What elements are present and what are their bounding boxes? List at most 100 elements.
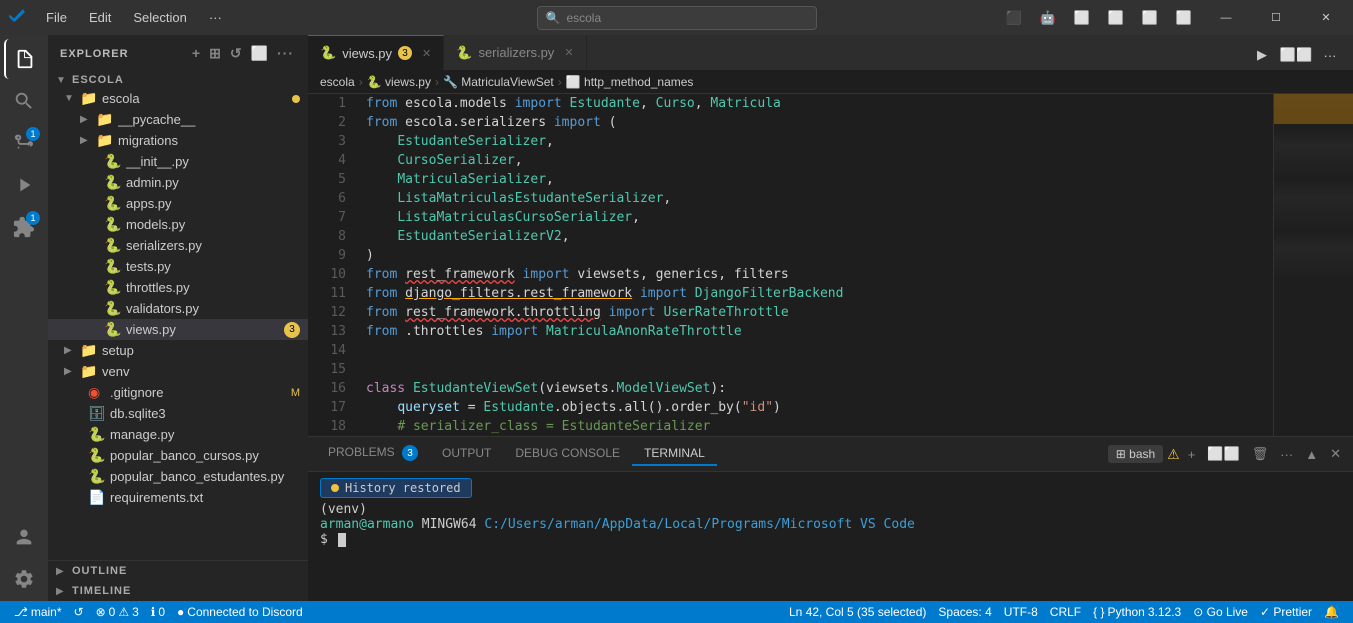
- tab-serializers[interactable]: 🐍 serializers.py ✕: [444, 35, 586, 70]
- activity-bar: 1 1: [0, 35, 48, 601]
- panel-tab-debug[interactable]: DEBUG CONSOLE: [503, 442, 632, 466]
- minimap-highlight: [1274, 94, 1353, 124]
- tree-item-manage[interactable]: ▶ 🐍 manage.py: [48, 424, 308, 445]
- admin-icon: 🐍: [104, 174, 122, 191]
- tree-item-admin[interactable]: ▶ 🐍 admin.py: [48, 172, 308, 193]
- activity-files[interactable]: [4, 39, 44, 79]
- status-language[interactable]: { } Python 3.12.3: [1087, 605, 1187, 619]
- activity-run[interactable]: [4, 165, 44, 205]
- breadcrumb-viewspy[interactable]: 🐍 views.py: [367, 75, 431, 89]
- layout-btn3[interactable]: ⬜: [1135, 3, 1165, 33]
- status-encoding[interactable]: UTF-8: [998, 605, 1044, 619]
- panel-maximize-btn[interactable]: ▲: [1301, 445, 1322, 464]
- new-folder-icon[interactable]: ⊞: [207, 43, 224, 64]
- tree-item-serializers[interactable]: ▶ 🐍 serializers.py: [48, 235, 308, 256]
- outline-toggle[interactable]: ▶ OUTLINE: [48, 561, 308, 581]
- layout-btn1[interactable]: ⬜: [1067, 3, 1097, 33]
- tree-item-init[interactable]: ▶ 🐍 __init__.py: [48, 151, 308, 172]
- activity-extensions[interactable]: 1: [4, 207, 44, 247]
- activity-accounts[interactable]: [4, 517, 44, 557]
- panel-tab-problems[interactable]: PROBLEMS 3: [316, 441, 430, 468]
- menu-selection[interactable]: Selection: [123, 6, 196, 29]
- minimize-btn[interactable]: —: [1203, 0, 1249, 35]
- status-discord[interactable]: ● Connected to Discord: [171, 605, 309, 619]
- editor-code[interactable]: 12345 678910 1112131415 1617181920 from …: [308, 94, 1273, 436]
- breadcrumb-method[interactable]: ⬜ http_method_names: [566, 75, 694, 89]
- gitignore-badge: M: [291, 387, 300, 399]
- tree-item-migrations[interactable]: ▶ 📁 migrations: [48, 130, 308, 151]
- tree-item-venv[interactable]: ▶ 📁 venv: [48, 361, 308, 382]
- tree-item-setup[interactable]: ▶ 📁 setup: [48, 340, 308, 361]
- status-errors[interactable]: ⊗ 0 ⚠ 3: [90, 605, 145, 619]
- status-bell[interactable]: 🔔: [1318, 605, 1345, 619]
- layout-btn2[interactable]: ⬜: [1101, 3, 1131, 33]
- maximize-btn[interactable]: ☐: [1253, 0, 1299, 35]
- close-btn[interactable]: ✕: [1303, 0, 1349, 35]
- status-branch[interactable]: ⎇ main*: [8, 605, 68, 619]
- tree-item-validators[interactable]: ▶ 🐍 validators.py: [48, 298, 308, 319]
- timeline-toggle[interactable]: ▶ TIMELINE: [48, 581, 308, 601]
- titlebar-center: 🔍 escola: [537, 6, 817, 30]
- tree-item-requirements[interactable]: ▶ 📄 requirements.txt: [48, 487, 308, 508]
- tree-item-views[interactable]: ▶ 🐍 views.py 3: [48, 319, 308, 340]
- menu-more[interactable]: ···: [199, 6, 232, 29]
- panel-tab-output[interactable]: OUTPUT: [430, 442, 503, 466]
- status-golive[interactable]: ⊙ Go Live: [1187, 605, 1254, 619]
- status-line-ending[interactable]: CRLF: [1044, 605, 1087, 619]
- tree-item-popular-cursos[interactable]: ▶ 🐍 popular_banco_cursos.py: [48, 445, 308, 466]
- explorer-label: EXPLORER: [60, 48, 129, 60]
- add-terminal-btn[interactable]: +: [1184, 445, 1200, 464]
- split-editor-btn[interactable]: ⬜⬜: [1281, 40, 1311, 70]
- status-spaces[interactable]: Spaces: 4: [932, 605, 997, 619]
- golive-text: ⊙ Go Live: [1193, 605, 1248, 619]
- tree-item-pycache[interactable]: ▶ 📁 __pycache__: [48, 109, 308, 130]
- status-selection[interactable]: Ln 42, Col 5 (35 selected): [783, 605, 932, 619]
- tree-item-gitignore[interactable]: ▶ ◉ .gitignore M: [48, 382, 308, 403]
- panel-close-btn[interactable]: ✕: [1326, 444, 1345, 464]
- new-file-icon[interactable]: +: [190, 43, 203, 64]
- layout-btn4[interactable]: ⬜: [1169, 3, 1199, 33]
- sidebar-header: EXPLORER + ⊞ ↺ ⬜ ···: [48, 35, 308, 72]
- remote-btn[interactable]: ⬛: [999, 3, 1029, 33]
- tree-item-tests[interactable]: ▶ 🐍 tests.py: [48, 256, 308, 277]
- run-btn[interactable]: ▶: [1247, 40, 1277, 70]
- ai-btn[interactable]: 🤖: [1033, 3, 1063, 33]
- more-actions-btn[interactable]: ···: [1315, 40, 1345, 70]
- tree-root[interactable]: ▼ ESCOLA: [48, 72, 308, 88]
- panel-more-btn[interactable]: ···: [1276, 445, 1297, 464]
- tree-item-apps[interactable]: ▶ 🐍 apps.py: [48, 193, 308, 214]
- status-info[interactable]: ℹ 0: [145, 605, 171, 619]
- code-line-13: from .throttles import MatriculaAnonRate…: [366, 322, 1273, 341]
- tree-item-db[interactable]: ▶ 🗄 db.sqlite3: [48, 403, 308, 424]
- menu-edit[interactable]: Edit: [79, 6, 121, 29]
- more-icon[interactable]: ···: [275, 43, 296, 64]
- tab-views-close[interactable]: ✕: [422, 47, 431, 60]
- search-value: escola: [566, 11, 601, 25]
- terminal-content[interactable]: History restored (venv) arman@armano MIN…: [308, 472, 1353, 601]
- search-bar[interactable]: 🔍 escola: [537, 6, 817, 30]
- branch-icon: ⎇: [14, 605, 28, 619]
- error-count: 0: [109, 605, 116, 619]
- split-terminal-btn[interactable]: ⬜⬜: [1203, 444, 1243, 464]
- tab-views[interactable]: 🐍 views.py 3 ✕: [308, 35, 444, 70]
- collapse-icon[interactable]: ⬜: [249, 43, 271, 64]
- requirements-icon: 📄: [88, 489, 106, 506]
- tree-item-escola[interactable]: ▼ 📁 escola: [48, 88, 308, 109]
- refresh-icon[interactable]: ↺: [228, 43, 245, 64]
- code-content[interactable]: from escola.models import Estudante, Cur…: [358, 94, 1273, 436]
- tree-item-throttles[interactable]: ▶ 🐍 throttles.py: [48, 277, 308, 298]
- activity-settings[interactable]: [4, 559, 44, 599]
- delete-terminal-btn[interactable]: 🗑: [1248, 444, 1273, 464]
- status-sync[interactable]: ↺: [68, 605, 90, 619]
- tree-item-popular-estudantes[interactable]: ▶ 🐍 popular_banco_estudantes.py: [48, 466, 308, 487]
- breadcrumb-viewset[interactable]: 🔧 MatriculaViewSet: [443, 75, 554, 89]
- tab-serializers-close[interactable]: ✕: [564, 46, 573, 59]
- panel-tab-terminal[interactable]: TERMINAL: [632, 442, 717, 466]
- activity-source-control[interactable]: 1: [4, 123, 44, 163]
- menu-file[interactable]: File: [36, 6, 77, 29]
- titlebar: File Edit Selection ··· 🔍 escola ⬛ 🤖 ⬜ ⬜…: [0, 0, 1353, 35]
- tree-item-models[interactable]: ▶ 🐍 models.py: [48, 214, 308, 235]
- breadcrumb-escola[interactable]: escola: [320, 75, 355, 89]
- activity-search[interactable]: [4, 81, 44, 121]
- status-prettier[interactable]: ✓ Prettier: [1254, 605, 1318, 619]
